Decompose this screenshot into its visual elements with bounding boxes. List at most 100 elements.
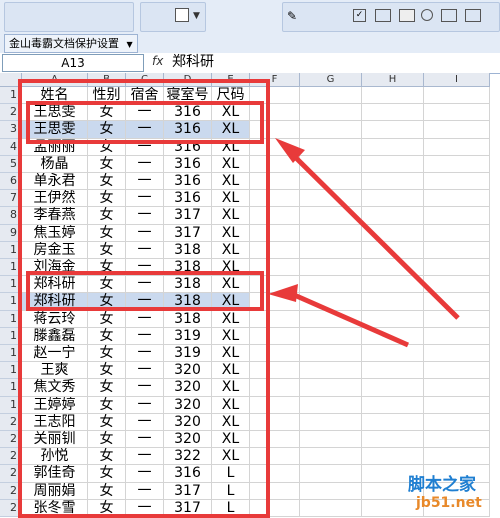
table-cell[interactable]: 周丽娟 bbox=[22, 482, 88, 500]
table-cell[interactable]: 王婷婷 bbox=[22, 396, 88, 414]
table-cell[interactable]: XL bbox=[212, 241, 250, 259]
row-header[interactable]: 1 bbox=[0, 345, 22, 363]
row-header[interactable]: 2 bbox=[0, 499, 22, 517]
table-cell[interactable]: 王思雯 bbox=[22, 121, 88, 139]
table-cell[interactable] bbox=[362, 293, 424, 311]
table-cell[interactable]: 316 bbox=[164, 173, 212, 191]
table-cell[interactable]: XL bbox=[212, 293, 250, 311]
column-header[interactable]: D bbox=[164, 73, 212, 87]
table-cell[interactable] bbox=[250, 362, 300, 380]
table-cell[interactable]: 一 bbox=[126, 259, 164, 277]
table-cell[interactable] bbox=[250, 138, 300, 156]
table-cell[interactable] bbox=[250, 499, 300, 517]
table-cell[interactable]: XL bbox=[212, 259, 250, 277]
table-cell[interactable] bbox=[362, 190, 424, 208]
table-cell[interactable] bbox=[250, 207, 300, 225]
table-cell[interactable]: 一 bbox=[126, 121, 164, 139]
table-cell[interactable]: 女 bbox=[88, 138, 126, 156]
table-cell[interactable]: 一 bbox=[126, 396, 164, 414]
row-header[interactable]: 2 bbox=[0, 465, 22, 483]
table-cell[interactable]: 焦文秀 bbox=[22, 379, 88, 397]
table-cell[interactable] bbox=[424, 431, 490, 449]
table-cell[interactable] bbox=[300, 173, 362, 191]
column-header[interactable]: B bbox=[88, 73, 126, 87]
table-cell[interactable]: 一 bbox=[126, 499, 164, 517]
table-cell[interactable]: XL bbox=[212, 310, 250, 328]
table-cell[interactable]: 王伊然 bbox=[22, 190, 88, 208]
table-cell[interactable]: 一 bbox=[126, 138, 164, 156]
table-cell[interactable]: 李春燕 bbox=[22, 207, 88, 225]
table-cell[interactable] bbox=[300, 104, 362, 122]
table-cell[interactable]: 女 bbox=[88, 207, 126, 225]
textbox-control-icon[interactable] bbox=[375, 9, 391, 22]
dropdown-arrow-icon[interactable]: ▼ bbox=[193, 11, 200, 21]
table-cell[interactable]: 322 bbox=[164, 448, 212, 466]
table-cell[interactable] bbox=[300, 138, 362, 156]
table-cell[interactable]: 316 bbox=[164, 121, 212, 139]
table-cell[interactable] bbox=[250, 345, 300, 363]
table-cell[interactable] bbox=[362, 379, 424, 397]
table-cell[interactable] bbox=[250, 396, 300, 414]
row-header[interactable]: 1 bbox=[0, 327, 22, 345]
select-all-corner[interactable] bbox=[0, 73, 22, 87]
table-cell[interactable]: 女 bbox=[88, 379, 126, 397]
table-cell[interactable] bbox=[300, 379, 362, 397]
table-cell[interactable]: 关丽钏 bbox=[22, 431, 88, 449]
table-cell[interactable] bbox=[300, 224, 362, 242]
table-cell[interactable]: 一 bbox=[126, 465, 164, 483]
table-cell[interactable]: 318 bbox=[164, 259, 212, 277]
table-cell[interactable] bbox=[424, 207, 490, 225]
table-cell[interactable] bbox=[362, 448, 424, 466]
table-cell[interactable]: 320 bbox=[164, 413, 212, 431]
table-cell[interactable] bbox=[424, 362, 490, 380]
addin-button[interactable]: 金山毒霸文档保护设置 ▼ bbox=[4, 34, 138, 53]
table-cell[interactable]: 蒋云玲 bbox=[22, 310, 88, 328]
table-cell[interactable]: 女 bbox=[88, 482, 126, 500]
table-cell[interactable]: 316 bbox=[164, 155, 212, 173]
table-cell[interactable]: 一 bbox=[126, 155, 164, 173]
row-header[interactable]: 1 bbox=[0, 259, 22, 277]
fx-icon[interactable]: fx bbox=[152, 54, 163, 68]
table-cell[interactable] bbox=[362, 207, 424, 225]
table-cell[interactable]: 焦玉婷 bbox=[22, 224, 88, 242]
table-cell[interactable] bbox=[424, 104, 490, 122]
table-cell[interactable]: XL bbox=[212, 190, 250, 208]
table-cell[interactable]: 318 bbox=[164, 276, 212, 294]
table-cell[interactable]: 刘海金 bbox=[22, 259, 88, 277]
table-cell[interactable] bbox=[424, 241, 490, 259]
table-cell[interactable]: XL bbox=[212, 173, 250, 191]
table-cell[interactable] bbox=[362, 138, 424, 156]
table-cell[interactable] bbox=[424, 224, 490, 242]
table-cell[interactable] bbox=[362, 155, 424, 173]
checkbox-control-icon[interactable]: ✓ bbox=[353, 9, 366, 22]
table-cell[interactable]: 女 bbox=[88, 465, 126, 483]
header-cell[interactable]: 姓名 bbox=[22, 87, 88, 105]
table-cell[interactable]: 319 bbox=[164, 345, 212, 363]
table-cell[interactable] bbox=[300, 448, 362, 466]
table-cell[interactable]: 317 bbox=[164, 207, 212, 225]
row-header[interactable]: 5 bbox=[0, 155, 22, 173]
table-cell[interactable] bbox=[362, 362, 424, 380]
table-cell[interactable] bbox=[300, 190, 362, 208]
table-cell[interactable]: 房金玉 bbox=[22, 241, 88, 259]
table-cell[interactable] bbox=[424, 190, 490, 208]
table-cell[interactable]: 女 bbox=[88, 190, 126, 208]
table-cell[interactable] bbox=[300, 482, 362, 500]
table-cell[interactable]: XL bbox=[212, 413, 250, 431]
row-header[interactable]: 7 bbox=[0, 190, 22, 208]
radio-control-icon[interactable] bbox=[421, 9, 433, 21]
table-cell[interactable]: 317 bbox=[164, 499, 212, 517]
table-cell[interactable]: 317 bbox=[164, 482, 212, 500]
table-cell[interactable] bbox=[362, 259, 424, 277]
table-cell[interactable] bbox=[300, 259, 362, 277]
table-cell[interactable]: 一 bbox=[126, 104, 164, 122]
table-cell[interactable]: L bbox=[212, 499, 250, 517]
table-cell[interactable] bbox=[424, 155, 490, 173]
scroll-control-icon[interactable] bbox=[465, 9, 481, 22]
row-header[interactable]: 2 bbox=[0, 104, 22, 122]
table-cell[interactable]: 一 bbox=[126, 379, 164, 397]
table-cell[interactable] bbox=[300, 276, 362, 294]
table-cell[interactable] bbox=[250, 173, 300, 191]
row-header[interactable]: 1 bbox=[0, 276, 22, 294]
table-cell[interactable] bbox=[424, 173, 490, 191]
